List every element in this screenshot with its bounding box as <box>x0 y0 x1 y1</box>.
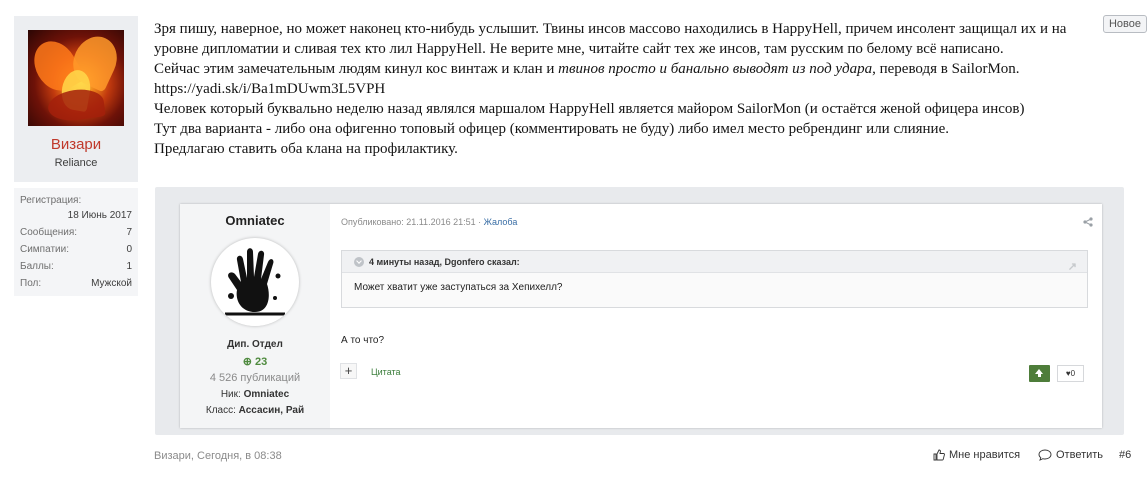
handprint-icon <box>211 248 299 326</box>
share-icon <box>1083 217 1093 227</box>
embedded-reply-text: А то что? <box>341 335 385 346</box>
stat-value: 1 <box>126 261 132 272</box>
embedded-post-count: 4 526 публикаций <box>209 372 301 384</box>
post-italic-fragment: твинов просто и банально выводят из под … <box>558 61 873 77</box>
complaint-link: Жалоба <box>483 217 518 227</box>
quote-header-text: 4 минуты назад, Dgonfero сказал: <box>369 257 520 267</box>
quote-share-icon: ↗ <box>1067 261 1077 273</box>
published-date: Опубликовано: 21.11.2016 21:51 <box>341 217 476 227</box>
upvote-icon <box>1029 365 1050 382</box>
stat-registration-value-row: 18 Июнь 2017 <box>20 209 132 223</box>
plus-circle-icon: ⊕ <box>242 356 256 368</box>
class-label: Класс: <box>205 405 236 416</box>
stat-label: Регистрация: <box>20 195 82 206</box>
stat-gender: Пол: Мужской <box>20 277 132 291</box>
thumbs-up-icon <box>933 449 945 461</box>
post-link[interactable]: https://yadi.sk/i/Ba1mDUwm3L5VPH <box>154 79 1099 99</box>
embedded-post-screenshot[interactable]: Omniatec Дип. Отдел ⊕ 23 4 526 публикаци… <box>180 204 1102 428</box>
author-group: Reliance <box>54 157 98 169</box>
like-button[interactable]: Мне нравится <box>933 449 1020 461</box>
author-card: Визари Reliance <box>14 16 138 182</box>
plus-icon: + <box>340 363 357 379</box>
post-paragraph: Тут два варианта - либо она офигенно топ… <box>154 121 949 137</box>
embedded-class: Класс: Ассасин, Рай <box>180 405 330 416</box>
post-paragraph: Сейчас этим замечательным людям кинул ко… <box>154 59 1099 79</box>
author-name[interactable]: Визари <box>14 136 138 153</box>
author-avatar[interactable] <box>28 30 124 126</box>
embedded-post-meta: Опубликовано: 21.11.2016 21:51 · Жалоба <box>341 217 518 227</box>
post-text-fragment: , переводя в SailorMon. <box>872 61 1020 77</box>
quote-check-icon <box>354 257 364 267</box>
post-byline: Визари, Сегодня, в 08:38 <box>154 450 282 462</box>
stat-value: 0 <box>126 244 132 255</box>
reply-label: Ответить <box>1056 449 1104 461</box>
post-paragraph: Предлагаю ставить оба клана на профилакт… <box>154 141 458 157</box>
nick-label: Ник: <box>220 389 241 400</box>
class-value: Ассасин, Рай <box>238 405 305 416</box>
embedded-quote-link: Цитата <box>371 367 401 377</box>
embedded-reputation: ⊕ 23 <box>180 355 330 368</box>
post-paragraph: Зря пишу, наверное, но может наконец кто… <box>154 21 1067 57</box>
embedded-quote: 4 минуты назад, Dgonfero сказал: ↗ Может… <box>341 250 1088 308</box>
stat-value: 7 <box>126 227 132 238</box>
nick-value: Omniatec <box>243 389 290 400</box>
post-content: Зря пишу, наверное, но может наконец кто… <box>154 19 1099 159</box>
stat-points: Баллы: 1 <box>20 260 132 274</box>
reputation-value: 23 <box>255 356 268 368</box>
stat-label: Симпатии: <box>20 244 69 255</box>
quote-header: 4 минуты назад, Dgonfero сказал: ↗ <box>342 251 1087 273</box>
stat-label: Баллы: <box>20 261 54 272</box>
embedded-rep-box: ♥0 <box>1057 365 1084 382</box>
embedded-nick: Ник: Omniatec <box>180 389 330 400</box>
embedded-author-card: Omniatec Дип. Отдел ⊕ 23 4 526 публикаци… <box>180 204 330 428</box>
post-number-link[interactable]: #6 <box>1119 449 1131 461</box>
stat-label: Пол: <box>20 278 42 289</box>
like-label: Мне нравится <box>949 449 1021 461</box>
quote-text: Может хватит уже заступаться за Хепихелл… <box>354 282 563 293</box>
author-stats: Регистрация: 18 Июнь 2017 Сообщения: 7 С… <box>14 188 138 296</box>
embedded-author-group: Дип. Отдел <box>227 339 283 350</box>
post-text-fragment: Сейчас этим замечательным людям кинул ко… <box>154 61 559 77</box>
stat-registration: Регистрация: <box>20 194 132 208</box>
stat-label: Сообщения: <box>20 227 78 238</box>
stat-messages: Сообщения: 7 <box>20 226 132 240</box>
rep-count: 0 <box>1070 369 1076 378</box>
post-paragraph: Человек который буквально неделю назад я… <box>154 101 1025 117</box>
embedded-avatar <box>211 238 299 326</box>
stat-value: 18 Июнь 2017 <box>67 210 132 221</box>
speech-bubble-icon <box>1038 449 1052 461</box>
new-badge: Новое <box>1103 15 1147 33</box>
embedded-author-name: Omniatec <box>225 213 285 228</box>
stat-likes: Симпатии: 0 <box>20 243 132 257</box>
reply-button[interactable]: Ответить <box>1038 449 1103 461</box>
stat-value: Мужской <box>91 278 132 289</box>
